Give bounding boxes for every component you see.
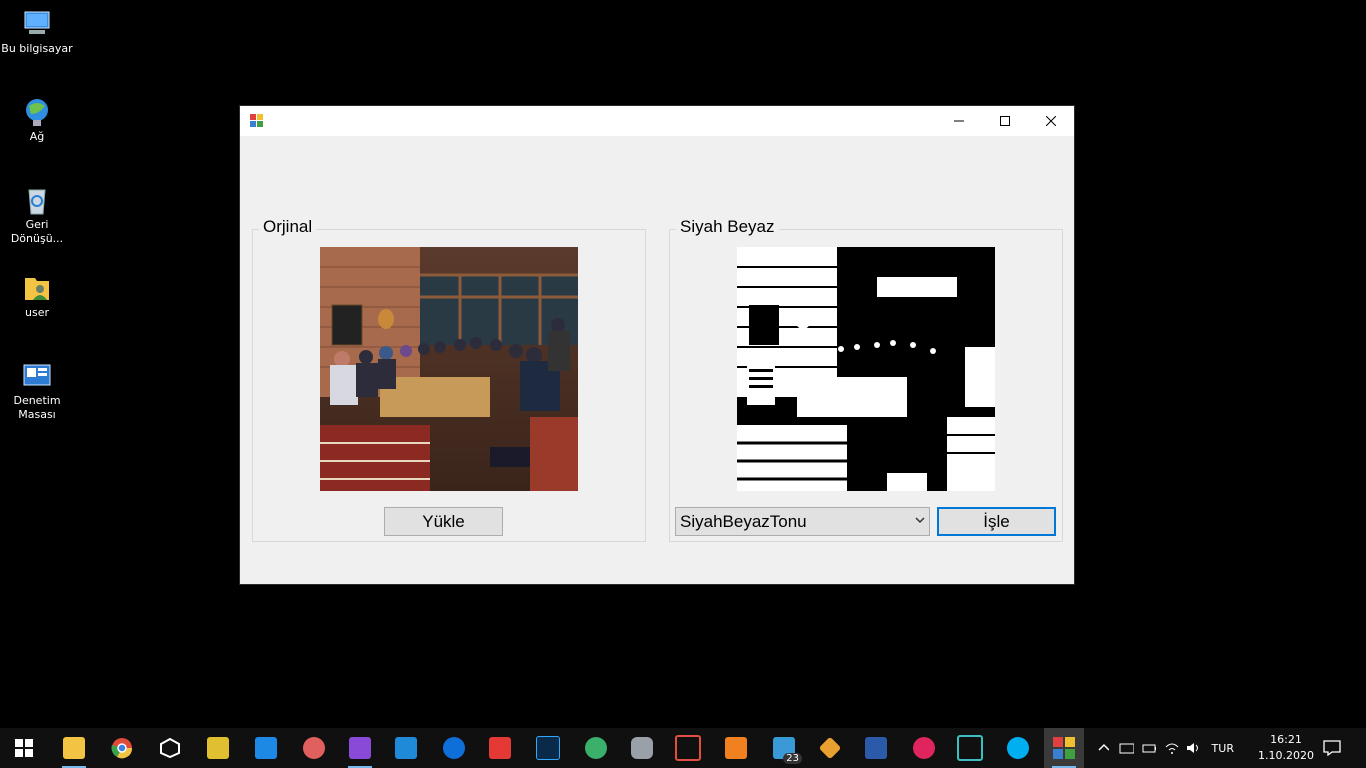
taskbar-unity[interactable]: [150, 728, 190, 768]
visual-studio-icon: [349, 737, 371, 759]
taskbar-teamviewer[interactable]: [434, 728, 474, 768]
volume-icon[interactable]: [1185, 741, 1200, 755]
network-icon: [21, 96, 53, 128]
taskbar-android-studio[interactable]: [576, 728, 616, 768]
taskbar-photoshop[interactable]: [528, 728, 568, 768]
bw-groupbox: Siyah Beyaz SiyahBeyazTonu İşle: [669, 217, 1063, 542]
taskbar-visual-studio[interactable]: [340, 728, 380, 768]
whatsapp-icon: [255, 737, 277, 759]
bw-group-title: Siyah Beyaz: [676, 217, 779, 237]
photoshop-icon: [536, 736, 560, 760]
paint-icon: [303, 737, 325, 759]
minimize-icon: [954, 120, 964, 122]
filter-select[interactable]: SiyahBeyazTonu: [675, 507, 930, 536]
file-explorer-icon: [63, 737, 85, 759]
taskbar-chrome[interactable]: [102, 728, 142, 768]
taskbar: 23 TUR 16:21 1.10.2020: [0, 728, 1366, 768]
desktop-icon-label: Denetim Masası: [13, 394, 61, 421]
taskbar-database[interactable]: [622, 728, 662, 768]
phone-icon: [675, 735, 701, 761]
close-icon: [1046, 116, 1056, 126]
notification-icon: [1323, 740, 1341, 756]
database-icon: [631, 737, 653, 759]
desktop-icon-label: Bu bilgisayar: [1, 42, 73, 55]
network-status-icon[interactable]: [1119, 741, 1134, 755]
desktop-icon-label: Ağ: [29, 130, 45, 143]
taskbar-vscode[interactable]: [386, 728, 426, 768]
start-icon: [15, 739, 33, 757]
language-indicator[interactable]: TUR: [1212, 742, 1234, 755]
recycle-bin-icon: [21, 184, 53, 216]
maximize-button[interactable]: [982, 106, 1028, 136]
android-studio-icon: [585, 737, 607, 759]
taskbar-terminal[interactable]: [950, 728, 990, 768]
system-tray: TUR: [1094, 728, 1234, 768]
taskbar-paint[interactable]: [294, 728, 334, 768]
chevron-up-icon[interactable]: [1098, 742, 1109, 754]
start-button[interactable]: [4, 728, 44, 768]
control-panel-icon: [21, 360, 53, 392]
maximize-icon: [1000, 116, 1010, 126]
skype-icon: [1007, 737, 1029, 759]
title-bar[interactable]: [240, 106, 1074, 136]
minimize-button[interactable]: [936, 106, 982, 136]
desktop-icon-network[interactable]: Ağ: [0, 96, 74, 144]
original-picturebox: [320, 247, 578, 491]
desktop-icon-recycle-bin[interactable]: Geri Dönüşü...: [0, 184, 74, 246]
desktop-icon-control-panel[interactable]: Denetim Masası: [0, 360, 74, 422]
xampp-icon: [725, 737, 747, 759]
filter-select-value: SiyahBeyazTonu: [680, 511, 807, 531]
sourcetree-icon: [207, 737, 229, 759]
terminal-icon: [957, 735, 983, 761]
battery-icon[interactable]: [1142, 741, 1157, 755]
taskbar-virtualbox[interactable]: [856, 728, 896, 768]
desktop-icon-this-pc[interactable]: Bu bilgisayar: [0, 8, 74, 56]
notification-badge: 23: [783, 753, 802, 764]
taskbar-sourcetree[interactable]: [198, 728, 238, 768]
virtualbox-icon: [865, 737, 887, 759]
taskbar-flickr[interactable]: [904, 728, 944, 768]
taskbar-whatsapp[interactable]: [246, 728, 286, 768]
chrome-icon: [111, 738, 133, 759]
app-window: Orjinal Yükle Siyah Beyaz SiyahBeyazTonu…: [239, 105, 1075, 585]
original-group-title: Orjinal: [259, 217, 317, 237]
anydesk-icon: [489, 737, 511, 759]
desktop-icon-label: Geri Dönüşü...: [10, 218, 64, 245]
computer-icon: [21, 8, 53, 40]
clock[interactable]: 16:21 1.10.2020: [1256, 732, 1316, 764]
teamviewer-icon: [443, 737, 465, 759]
taskbar-anydesk[interactable]: [480, 728, 520, 768]
taskbar-notepad[interactable]: 23: [764, 728, 804, 768]
taskbar-phone[interactable]: [668, 728, 708, 768]
desktop-icon-user[interactable]: user: [0, 272, 74, 320]
flickr-icon: [913, 737, 935, 759]
user-folder-icon: [21, 272, 53, 304]
taskbar-file-explorer[interactable]: [54, 728, 94, 768]
taskbar-xampp[interactable]: [716, 728, 756, 768]
winforms-app-icon: [1053, 737, 1075, 759]
chevron-down-icon: [915, 517, 925, 524]
original-groupbox: Orjinal Yükle: [252, 217, 646, 542]
desktop-icon-label: user: [25, 306, 49, 319]
load-button[interactable]: Yükle: [384, 507, 503, 536]
wifi-icon[interactable]: [1164, 741, 1179, 755]
bw-picturebox: [737, 247, 995, 491]
taskbar-active-app[interactable]: [1044, 728, 1084, 768]
git-icon: [818, 736, 842, 760]
process-button[interactable]: İşle: [937, 507, 1056, 536]
app-icon: [250, 114, 263, 127]
vscode-icon: [395, 737, 417, 759]
taskbar-skype[interactable]: [998, 728, 1038, 768]
unity-icon: [160, 738, 180, 758]
taskbar-git[interactable]: [810, 728, 850, 768]
action-center-button[interactable]: [1312, 728, 1352, 768]
clock-date: 1.10.2020: [1258, 749, 1314, 762]
clock-time: 16:21: [1270, 733, 1302, 746]
close-button[interactable]: [1028, 106, 1074, 136]
